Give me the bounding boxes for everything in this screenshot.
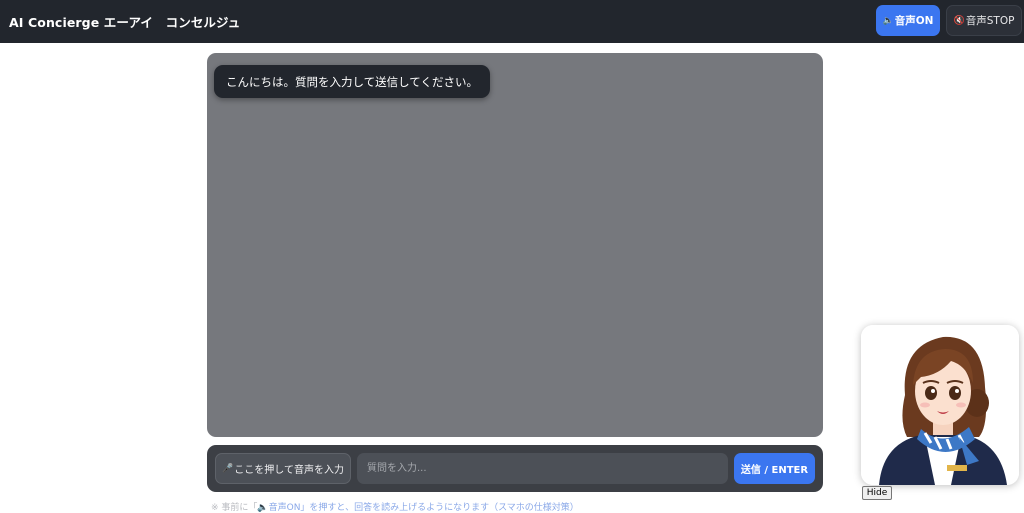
send-button[interactable]: 送信 / ENTER [734,453,815,484]
input-bar: 🎤ここを押して音声を入力 送信 / ENTER [207,445,823,492]
chat-panel: こんにちは。質問を入力して送信してください。 [207,53,823,437]
voice-stop-button[interactable]: 🔇 音声STOP [946,5,1022,36]
hide-avatar-button[interactable]: Hide [862,486,892,500]
hint-highlight: 🔈音声ON」を押すと、回答を読み上げるようになります（スマホの仕様対策） [257,503,579,513]
hint-prefix: ※ 事前に「 [211,503,258,513]
microphone-icon: 🎤 [222,463,234,474]
voice-on-button[interactable]: 🔈 音声ON [876,5,940,36]
assistant-message-bubble: こんにちは。質問を入力して送信してください。 [214,65,490,98]
voice-on-label: 音声ON [894,15,934,27]
app-title: AI Concierge エーアイ コンセルジュ [9,15,241,30]
voice-stop-label: 音声STOP [965,15,1015,27]
top-bar: AI Concierge エーアイ コンセルジュ 🔈 音声ON 🔇 音声STOP [0,0,1024,43]
voice-input-button[interactable]: 🎤 ここを押して音声を入力 [215,453,351,484]
question-input[interactable] [357,453,728,484]
assistant-message-text: こんにちは。質問を入力して送信してください。 [226,74,478,89]
voice-input-label: ここを押して音声を入力 [234,465,344,476]
speaker-muted-icon: 🔇 [953,15,965,26]
avatar-card [861,325,1019,485]
speaker-icon: 🔈 [882,15,894,26]
hint-text: ※ 事前に「🔈音声ON」を押すと、回答を読み上げるようになります（スマホの仕様対… [211,500,579,513]
concierge-avatar-image [861,325,1019,485]
